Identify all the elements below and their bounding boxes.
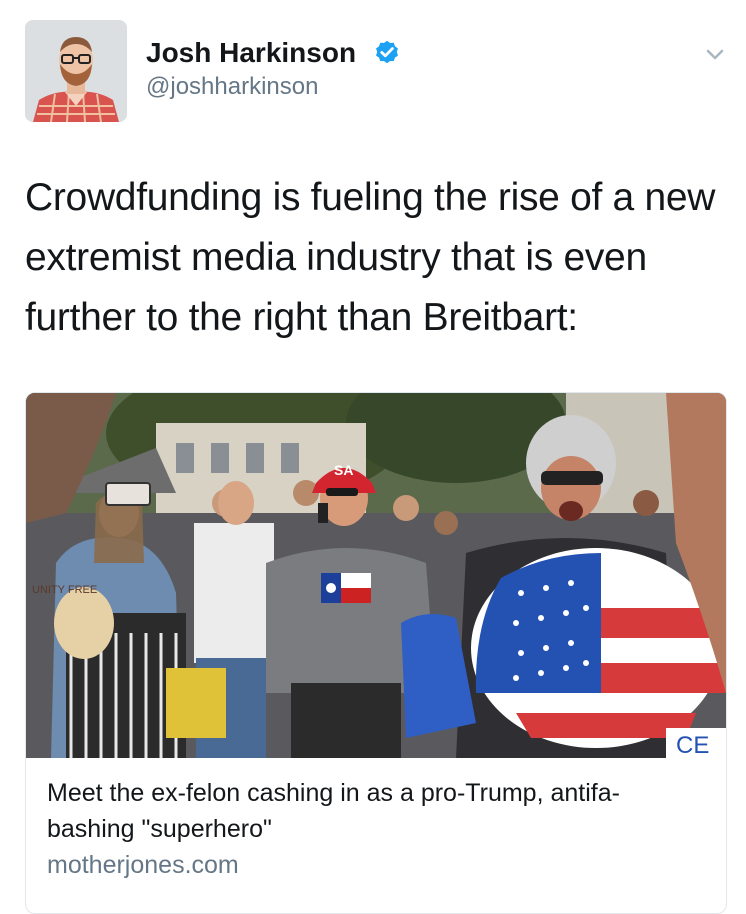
author-display-name[interactable]: Josh Harkinson (146, 36, 356, 70)
sign-text: UNITY FREE (32, 584, 97, 596)
shield-corner-text: CE (676, 732, 709, 758)
author-avatar[interactable] (25, 20, 127, 122)
hat-text: SA (334, 462, 353, 478)
avatar-image (25, 20, 127, 122)
link-card[interactable]: SA CE UNITY FREE Meet the ex-felon cashi… (25, 392, 727, 914)
tweet: Josh Harkinson @joshharkinson Crowdfundi… (0, 0, 746, 914)
card-image: SA CE UNITY FREE (26, 393, 726, 758)
verified-badge-icon (376, 40, 398, 64)
card-domain[interactable]: motherjones.com (47, 849, 239, 881)
author-handle[interactable]: @joshharkinson (146, 72, 318, 102)
tweet-text: Crowdfunding is fueling the rise of a ne… (25, 176, 716, 339)
chevron-down-icon[interactable] (700, 42, 730, 66)
card-title[interactable]: Meet the ex-felon cashing in as a pro-Tr… (47, 775, 707, 847)
rally-photo: SA CE UNITY FREE (26, 393, 726, 758)
